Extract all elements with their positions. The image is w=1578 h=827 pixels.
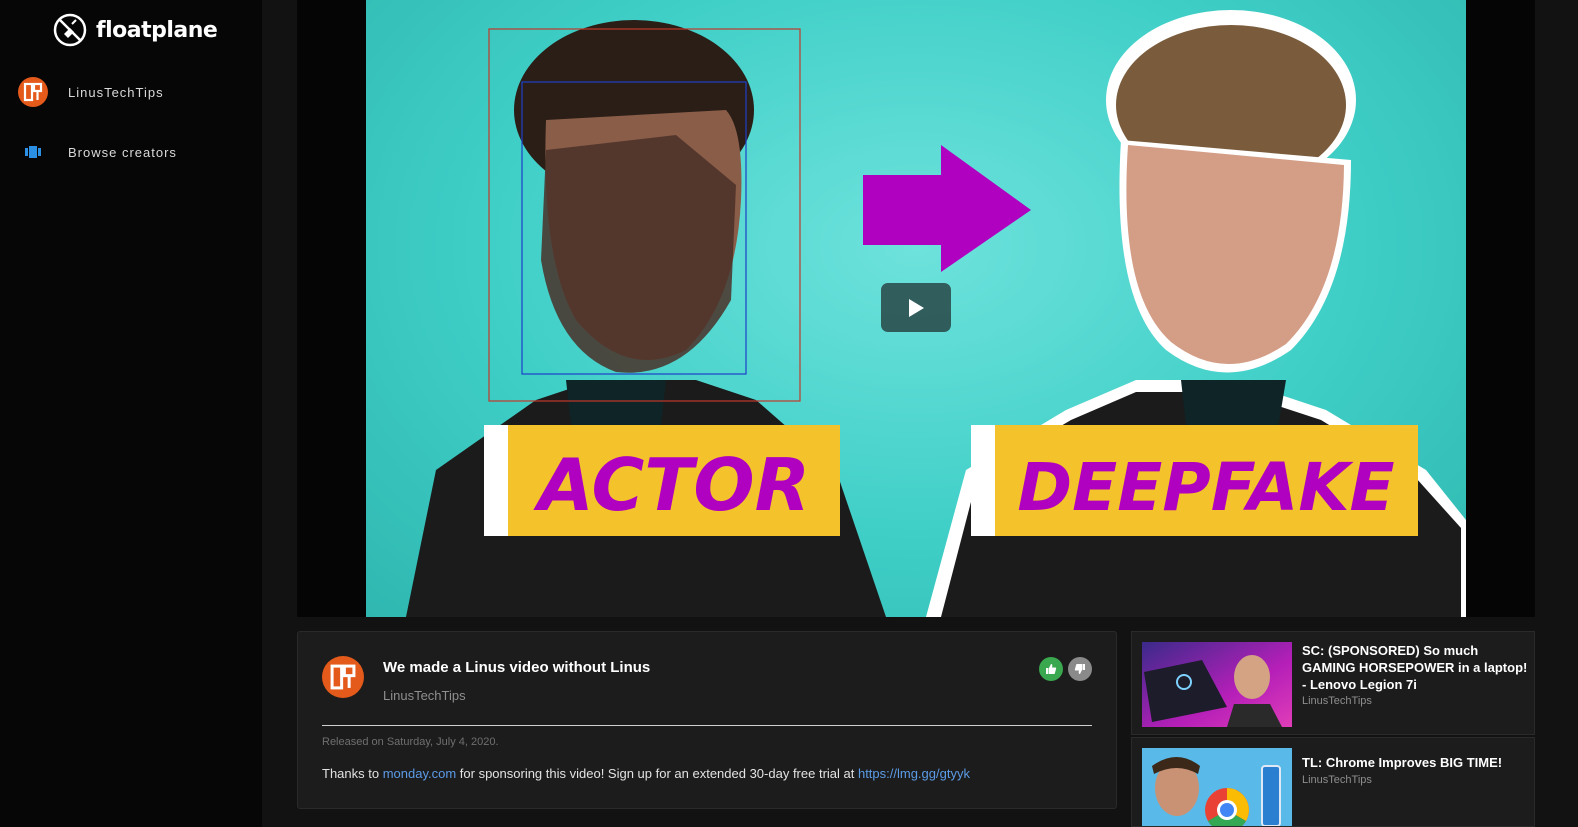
thumbnail-art	[1142, 748, 1292, 826]
like-button[interactable]	[1039, 657, 1063, 681]
related-video-channel: LinusTechTips	[1302, 774, 1372, 786]
video-title: We made a Linus video without Linus	[383, 659, 651, 676]
ltt-logo-icon	[18, 77, 48, 107]
thumbnail-label-left: ACTOR	[533, 443, 810, 527]
brand-name: floatplane	[96, 17, 218, 43]
play-icon	[909, 298, 924, 317]
main-content: ACTOR DEEPFAKE We made a Linus video wit…	[262, 0, 1578, 827]
video-player[interactable]: ACTOR DEEPFAKE	[297, 0, 1535, 617]
thumbs-up-icon	[1046, 664, 1057, 674]
description-text: Thanks to	[322, 766, 383, 781]
related-video-item[interactable]: SC: (SPONSORED) So much GAMING HORSEPOWE…	[1131, 631, 1535, 735]
ltt-logo-icon	[330, 664, 356, 690]
thumbnail-label-right: DEEPFAKE	[1017, 449, 1394, 526]
video-description: Thanks to monday.com for sponsoring this…	[322, 766, 970, 781]
video-info-card: We made a Linus video without Linus Linu…	[297, 631, 1117, 809]
channel-avatar[interactable]	[322, 656, 364, 698]
related-video-title: TL: Chrome Improves BIG TIME!	[1302, 755, 1503, 770]
related-videos: SC: (SPONSORED) So much GAMING HORSEPOWE…	[1131, 631, 1535, 827]
sponsor-link[interactable]: monday.com	[383, 766, 456, 781]
sidebar-item-linustechtips[interactable]: LinusTechTips	[18, 77, 164, 107]
description-text: for sponsoring this video! Sign up for a…	[456, 766, 858, 781]
thumbs-down-icon	[1074, 664, 1085, 674]
sidebar-item-label: Browse creators	[68, 144, 177, 160]
browse-creators-icon	[18, 137, 48, 167]
floatplane-logo-icon	[53, 13, 87, 47]
channel-name[interactable]: LinusTechTips	[383, 688, 466, 703]
sidebar: floatplane LinusTechTips Browse creators	[0, 0, 262, 827]
release-date: Released on Saturday, July 4, 2020.	[322, 736, 499, 748]
related-video-thumbnail[interactable]	[1142, 748, 1292, 826]
related-video-thumbnail[interactable]	[1142, 642, 1292, 727]
dislike-button[interactable]	[1068, 657, 1092, 681]
brand-logo[interactable]: floatplane	[52, 12, 218, 48]
thumbnail-art	[1142, 642, 1292, 727]
sidebar-item-browse-creators[interactable]: Browse creators	[18, 137, 177, 167]
divider	[322, 725, 1092, 726]
trial-link[interactable]: https://lmg.gg/gtyyk	[858, 766, 970, 781]
sidebar-item-label: LinusTechTips	[68, 84, 164, 100]
related-video-title: SC: (SPONSORED) So much GAMING HORSEPOWE…	[1302, 643, 1528, 692]
related-video-item[interactable]: TL: Chrome Improves BIG TIME! LinusTechT…	[1131, 737, 1535, 827]
related-video-channel: LinusTechTips	[1302, 695, 1372, 707]
play-button[interactable]	[881, 283, 951, 332]
